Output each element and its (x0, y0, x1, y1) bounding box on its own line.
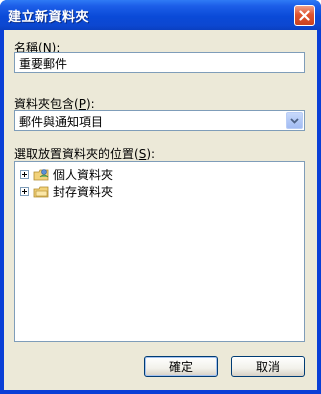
ok-button[interactable]: 確定 (144, 356, 218, 377)
tree-item-personal-folders[interactable]: 個人資料夾 (20, 166, 113, 182)
dialog-window: 建立新資料夾 名稱(N): 重要郵件 資料夾包含(P): 郵件與通知項目 選取放… (0, 0, 321, 394)
window-title: 建立新資料夾 (8, 10, 90, 25)
contains-select-value: 郵件與通知項目 (19, 115, 104, 129)
location-label: 選取放置資料夾的位置(S): (14, 147, 156, 161)
expand-icon[interactable] (20, 169, 29, 179)
dialog-body: 名稱(N): 重要郵件 資料夾包含(P): 郵件與通知項目 選取放置資料夾的位置… (4, 30, 317, 390)
archive-folders-icon (33, 186, 49, 197)
name-input[interactable]: 重要郵件 (14, 52, 305, 73)
chevron-down-icon (290, 117, 299, 124)
personal-folders-icon (33, 168, 49, 180)
cancel-button[interactable]: 取消 (231, 356, 305, 377)
tree-item-label: 個人資料夾 (53, 167, 114, 182)
tree-item-label: 封存資料夾 (53, 184, 114, 199)
dropdown-button[interactable] (286, 112, 303, 129)
close-icon (299, 10, 310, 21)
title-bar[interactable]: 建立新資料夾 (0, 0, 321, 30)
name-input-value: 重要郵件 (19, 57, 68, 71)
contains-select[interactable]: 郵件與通知項目 (14, 110, 305, 131)
tree-item-archive-folders[interactable]: 封存資料夾 (20, 183, 113, 199)
folder-tree[interactable]: 個人資料夾 封存資料夾 (14, 161, 305, 342)
close-button[interactable] (294, 5, 315, 26)
expand-icon[interactable] (20, 186, 29, 196)
